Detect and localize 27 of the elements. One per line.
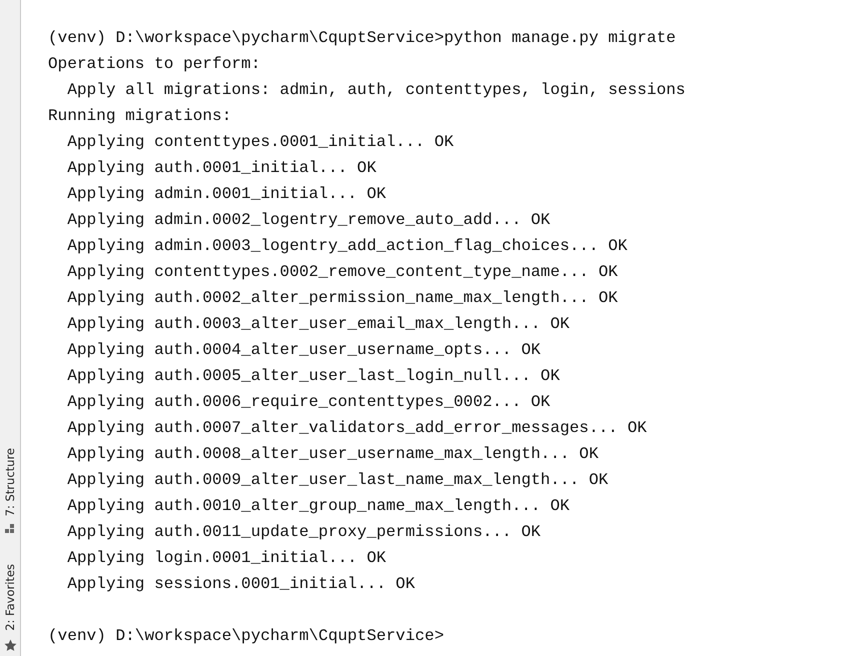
tool-window-tab[interactable]: 2: Favorites <box>0 564 20 631</box>
terminal-line: Running migrations: <box>48 106 232 127</box>
terminal-line: Applying auth.0005_alter_user_last_login_null... OK <box>66 366 561 387</box>
terminal-line: Applying auth.0004_alter_user_username_opts... OK <box>66 340 542 361</box>
terminal-line: Applying auth.0007_alter_validators_add_error_messages... OK <box>66 418 648 439</box>
terminal-line: (venv) D:\workspace\pycharm\CquptService> <box>48 626 445 647</box>
terminal-line: Applying admin.0003_logentry_add_action_flag_choices... OK <box>66 236 628 257</box>
terminal-line: Applying auth.0011_update_proxy_permissions... OK <box>66 522 542 543</box>
terminal-line: Applying admin.0001_initial... OK <box>66 184 388 205</box>
terminal-line: Operations to perform: <box>48 54 262 75</box>
terminal-line: Applying contenttypes.0001_initial... OK <box>66 132 455 153</box>
tool-window-tab[interactable]: 7: Structure <box>0 448 20 516</box>
terminal-line: Applying auth.0003_alter_user_email_max_length... OK <box>66 314 571 335</box>
terminal-line: Applying login.0001_initial... OK <box>66 548 388 569</box>
terminal-line: (venv) D:\workspace\pycharm\CquptService>python manage.py migrate <box>48 28 677 49</box>
terminal-line: Applying auth.0010_alter_group_name_max_length... OK <box>66 496 571 517</box>
structure-icon <box>5 524 15 534</box>
terminal-line: Applying auth.0006_require_contenttypes_0002... OK <box>66 392 552 413</box>
terminal-line: Applying contenttypes.0002_remove_content_type_name... OK <box>66 262 619 283</box>
terminal-line: Applying auth.0001_initial... OK <box>66 158 378 179</box>
terminal-line: Applying auth.0008_alter_user_username_max_length... OK <box>66 444 600 465</box>
terminal-line: Applying admin.0002_logentry_remove_auto_add... OK <box>66 210 552 231</box>
star-icon <box>4 639 16 652</box>
terminal-line: Applying auth.0009_alter_user_last_name_max_length... OK <box>66 470 610 491</box>
terminal-line: Applying sessions.0001_initial... OK <box>66 574 416 595</box>
terminal-line: Apply all migrations: admin, auth, contenttypes, login, sessions <box>66 80 686 101</box>
terminal-line: Applying auth.0002_alter_permission_name_max_length... OK <box>66 288 619 309</box>
